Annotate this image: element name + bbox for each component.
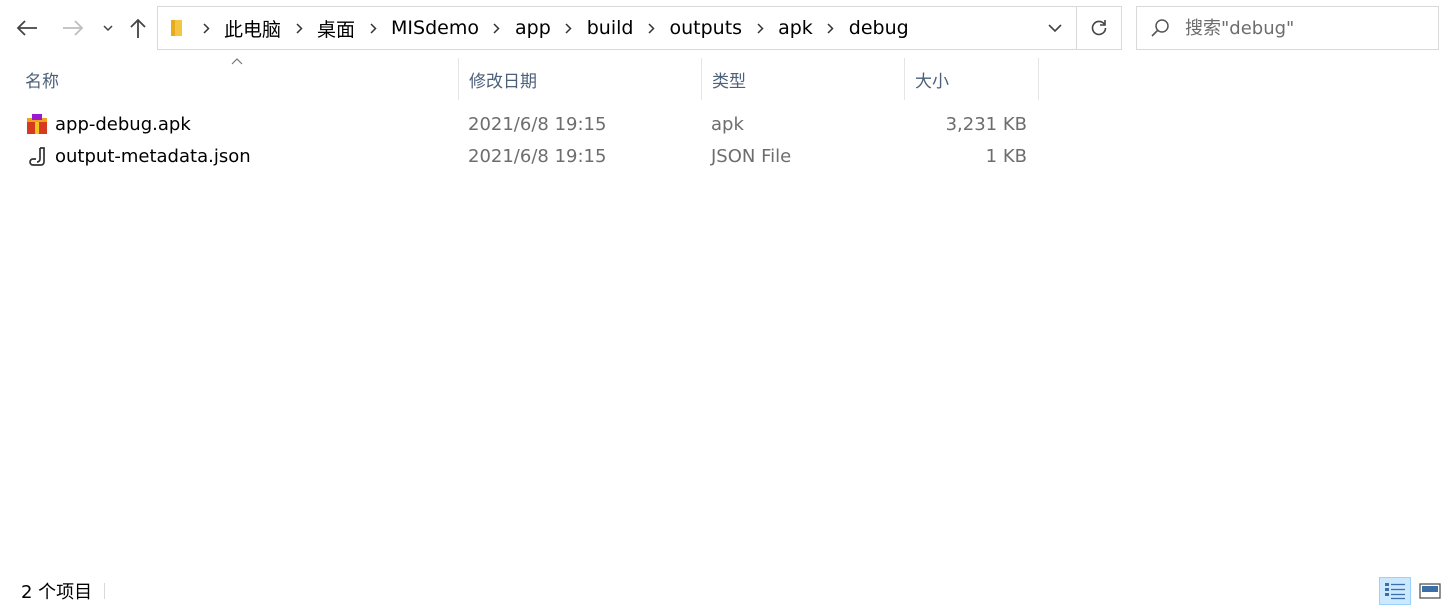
file-row[interactable]: app-debug.apk 2021/6/8 19:15 apk 3,231 K… (15, 108, 1040, 140)
large-icons-view-button[interactable] (1414, 577, 1446, 605)
breadcrumb-item[interactable]: outputs (639, 17, 748, 39)
large-icons-view-icon (1419, 583, 1441, 599)
chevron-right-icon (639, 22, 663, 34)
breadcrumb-item[interactable]: 桌面 (287, 15, 361, 42)
file-row[interactable]: output-metadata.json 2021/6/8 19:15 JSON… (15, 140, 1040, 172)
chevron-right-icon (194, 22, 218, 34)
column-header-size[interactable]: 大小 (904, 58, 1039, 100)
search-icon (1137, 18, 1183, 38)
file-size: 3,231 KB (945, 113, 1027, 135)
arrow-left-icon (16, 20, 37, 36)
breadcrumb: 此电脑 桌面 MISdemo app build outputs apk deb… (194, 15, 1033, 42)
file-date-modified: 2021/6/8 19:15 (468, 113, 607, 135)
navigation-toolbar: 此电脑 桌面 MISdemo app build outputs apk deb… (0, 0, 1453, 58)
address-bar[interactable]: 此电脑 桌面 MISdemo app build outputs apk deb… (157, 6, 1122, 50)
recent-locations-button[interactable] (98, 8, 118, 48)
chevron-right-icon (557, 22, 581, 34)
file-type: apk (711, 113, 744, 135)
forward-button[interactable] (56, 8, 90, 48)
breadcrumb-item[interactable]: build (557, 17, 640, 39)
search-box[interactable] (1136, 6, 1439, 50)
breadcrumb-item[interactable]: MISdemo (361, 17, 485, 39)
chevron-right-icon (287, 22, 311, 34)
chevron-down-icon (1047, 24, 1062, 32)
refresh-button[interactable] (1077, 7, 1121, 49)
item-count: 2 个项目 (21, 582, 93, 603)
column-header-type[interactable]: 类型 (701, 58, 903, 100)
file-name-cell: app-debug.apk (15, 112, 457, 136)
status-bar: 2 个项目 (0, 576, 1453, 606)
chevron-down-icon (103, 25, 113, 31)
chevron-right-icon (819, 22, 843, 34)
apk-package-icon (25, 112, 49, 136)
file-name: app-debug.apk (55, 113, 191, 135)
search-input[interactable] (1183, 16, 1427, 40)
details-view-button[interactable] (1379, 577, 1411, 605)
folder-icon (160, 19, 194, 37)
file-type: JSON File (711, 145, 792, 167)
status-divider (104, 583, 106, 599)
file-date-modified: 2021/6/8 19:15 (468, 145, 607, 167)
file-name-cell: output-metadata.json (15, 144, 457, 168)
breadcrumb-item[interactable]: apk (748, 17, 819, 39)
chevron-right-icon (361, 22, 385, 34)
address-history-dropdown[interactable] (1033, 7, 1077, 49)
up-button[interactable] (122, 8, 154, 48)
details-view-icon (1385, 583, 1405, 600)
breadcrumb-item[interactable]: app (485, 17, 557, 39)
json-file-icon (25, 144, 49, 168)
breadcrumb-item[interactable]: debug (819, 17, 915, 39)
column-header-date-modified[interactable]: 修改日期 (458, 58, 700, 100)
breadcrumb-item[interactable]: 此电脑 (194, 15, 287, 42)
arrow-right-icon (63, 20, 84, 36)
back-button[interactable] (10, 8, 44, 48)
file-name: output-metadata.json (55, 145, 251, 167)
arrow-up-icon (130, 18, 146, 38)
column-header-name[interactable]: 名称 (15, 58, 457, 100)
file-size: 1 KB (985, 145, 1027, 167)
chevron-right-icon (485, 22, 509, 34)
refresh-icon (1091, 20, 1107, 36)
chevron-right-icon (748, 22, 772, 34)
